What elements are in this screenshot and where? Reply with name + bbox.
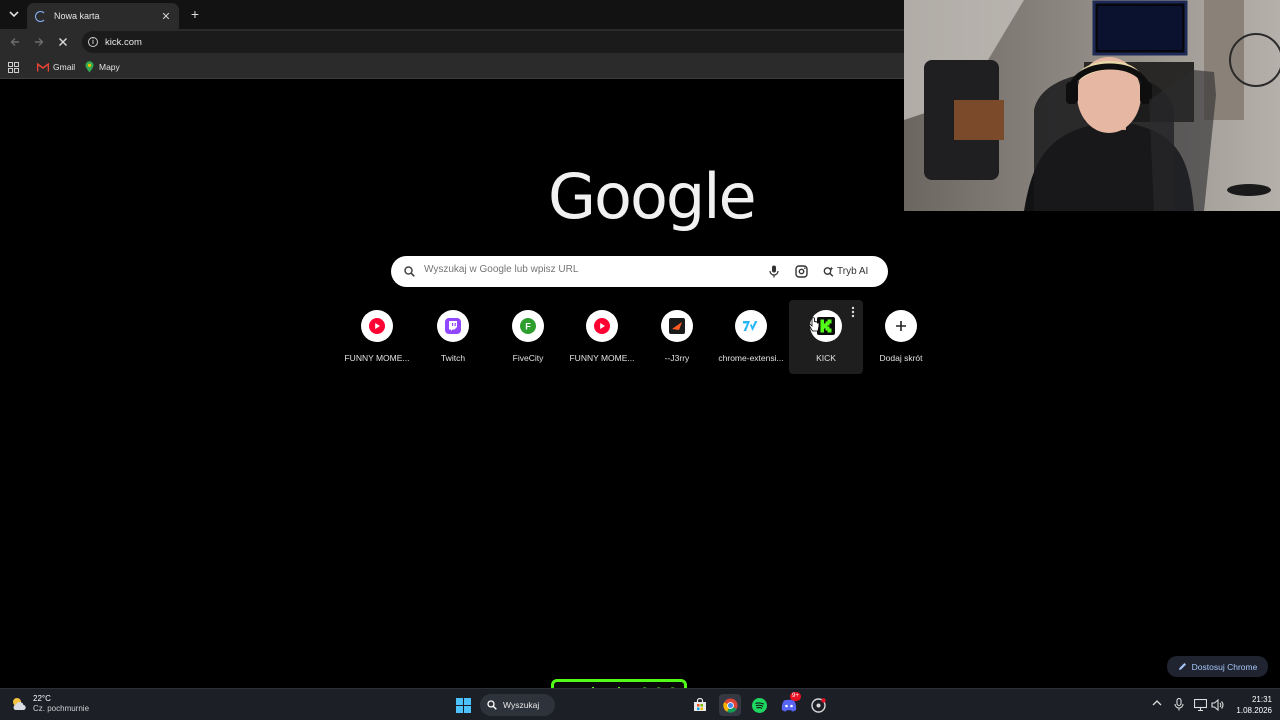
customize-label: Dostosuj Chrome [1191,661,1258,672]
url-text: kick.com [105,36,142,48]
maps-pin-icon [85,61,94,73]
weather-temp: 22°C [33,694,51,703]
taskbar-chrome[interactable] [719,694,741,716]
youtube-icon [361,310,393,342]
shortcut-label: FUNNY MOME... [569,353,635,363]
customize-chrome-button[interactable]: Dostosuj Chrome [1167,656,1268,677]
bookmark-gmail[interactable]: Gmail [37,55,75,79]
app-icon [810,697,826,713]
tray-chevron-up-icon[interactable] [1152,698,1162,708]
webcam-scene-image [904,0,1280,211]
bookmark-label: Mapy [99,62,120,72]
discord-badge: 9+ [790,692,801,701]
ai-mode-label: Tryb AI [837,266,869,277]
network-icon[interactable] [1193,698,1208,716]
youtube-icon [586,310,618,342]
shortcut-tile[interactable]: FUNNY MOME... [565,300,639,374]
taskbar-discord[interactable]: 9+ [778,692,801,716]
tab-strip: Nowa karta ✕ + [0,0,904,29]
microphone-icon[interactable] [1174,697,1184,716]
shortcut-label: Dodaj skrót [879,353,923,363]
close-icon[interactable]: ✕ [159,10,173,23]
gmail-icon [37,62,49,71]
j3rry-icon [661,310,693,342]
pencil-icon [1178,663,1186,670]
search-icon [487,700,497,710]
windows-icon [455,697,471,713]
shortcut-label: KICK [816,353,836,363]
search-input[interactable] [424,264,744,275]
arrow-right-icon [35,38,44,46]
search-icon [404,266,415,277]
chevron-down-icon [9,10,19,17]
stop-loading-button[interactable] [54,29,72,55]
shortcut-tile[interactable]: --J3rry [640,300,714,374]
shortcut-tile[interactable]: FUNNY MOME... [340,300,414,374]
clock-time: 21:31 [1251,695,1272,704]
bookmark-label: Gmail [53,62,76,72]
bookmarks-bar: Gmail Mapy [0,55,904,79]
forward-button[interactable] [30,29,48,55]
twitch-icon [437,310,469,342]
info-icon[interactable]: i [88,37,98,47]
shortcut-label: FUNNY MOME... [344,353,410,363]
taskbar-search[interactable]: Wyszukaj [480,694,555,716]
search-box[interactable]: Tryb AI [391,256,888,287]
taskbar-store[interactable] [689,694,711,716]
fivecity-icon: F [512,310,544,342]
tab-new-tab[interactable]: Nowa karta ✕ [27,3,179,29]
shortcut-tile[interactable]: KICK [789,300,863,374]
clock-date: 1.08.2026 [1236,706,1272,715]
loading-spinner-icon [35,10,46,22]
bookmark-maps[interactable]: Mapy [85,55,120,79]
google-lens-icon[interactable] [795,265,808,278]
clock[interactable]: 21:31 1.08.2026 [1232,694,1272,716]
add-shortcut-button[interactable]: Dodaj skrót [864,300,938,374]
google-logo: Google [548,160,757,233]
hand-cursor-icon [808,317,820,332]
taskbar-spotify[interactable] [748,694,770,716]
microphone-icon[interactable] [769,265,779,278]
partly-cloudy-icon [13,698,26,710]
tab-title: Nowa karta [54,11,100,21]
start-button[interactable] [452,694,474,716]
weather-desc: Cz. pochmurnie [33,704,90,713]
toolbar: i kick.com [0,29,904,55]
apps-button[interactable] [8,55,19,79]
spotify-icon [751,697,767,713]
shortcut-label: chrome-extensi... [718,353,784,363]
weather-widget[interactable]: 22°C Cz. pochmurnie [10,694,89,714]
new-tab-button[interactable]: + [188,6,202,22]
shortcut-label: --J3rry [664,353,690,363]
apps-grid-icon [8,61,19,73]
shortcut-tile[interactable]: Twitch [416,300,490,374]
ai-search-icon [823,266,834,277]
taskbar-app[interactable] [807,694,829,716]
more-vert-icon[interactable] [851,306,855,318]
tab-search-button[interactable] [5,5,23,23]
shortcut-label: FiveCity [512,353,544,363]
chrome-icon [722,697,738,713]
shortcut-label: Twitch [440,353,466,363]
volume-icon[interactable] [1211,698,1224,716]
arrow-left-icon [10,38,19,46]
taskbar-search-label: Wyszukaj [503,700,540,710]
store-icon [694,698,706,711]
plus-icon [885,310,917,342]
7tv-icon [735,310,767,342]
ai-mode-button[interactable]: Tryb AI [823,256,868,287]
address-bar[interactable]: i kick.com [82,31,904,53]
webcam-feed [904,0,1280,211]
svg-text:F: F [525,322,531,332]
close-icon [59,38,67,46]
shortcut-tile[interactable]: F FiveCity [491,300,565,374]
back-button[interactable] [6,29,24,55]
shortcut-tile[interactable]: chrome-extensi... [714,300,788,374]
taskbar: 22°C Cz. pochmurnie Wyszukaj 9+ 21:31 1.… [0,688,1280,720]
